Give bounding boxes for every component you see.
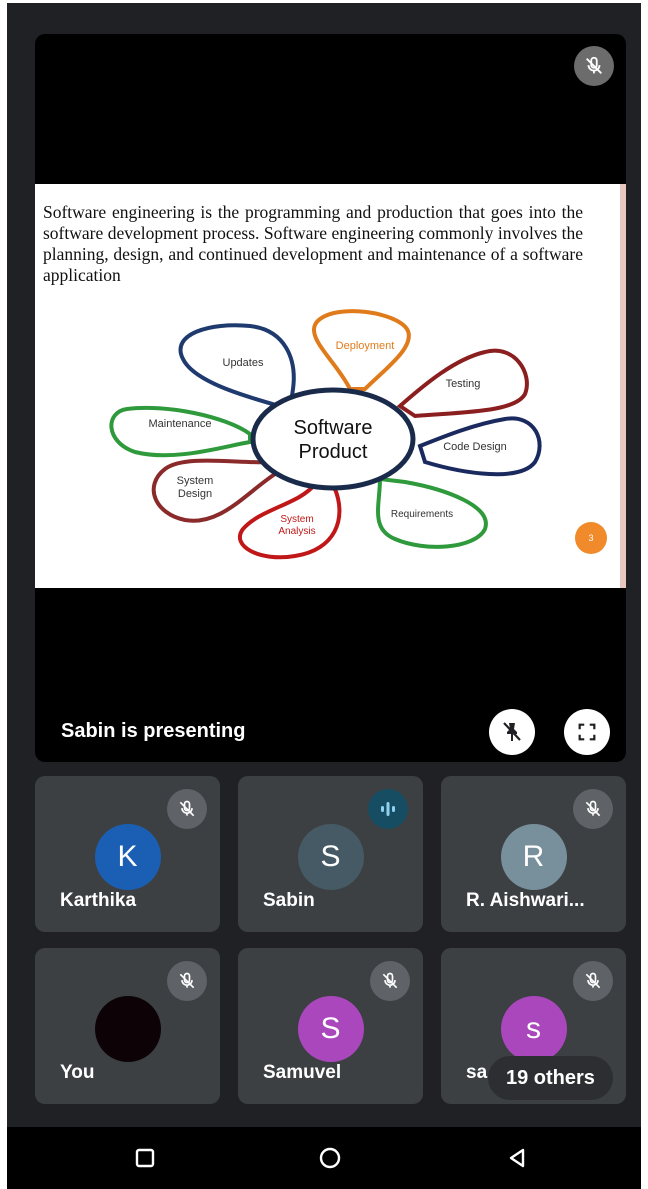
- petal-system-analysis-2: Analysis: [278, 526, 315, 537]
- unpin-icon: [503, 722, 521, 741]
- participant-tile[interactable]: S Samuvel: [238, 948, 423, 1104]
- meet-screen: Software engineering is the programming …: [7, 3, 641, 1189]
- petal-system-analysis-1: System: [280, 514, 313, 525]
- others-count-chip[interactable]: 19 others: [488, 1056, 613, 1100]
- mic-off-icon: [573, 961, 613, 1001]
- center-label-2: Product: [299, 441, 368, 463]
- mic-off-icon: [370, 961, 410, 1001]
- slide-page-number: 3: [575, 522, 607, 554]
- participant-name: Sabin: [263, 890, 315, 911]
- software-product-diagram: Software Product Updates Deployment Test…: [109, 309, 542, 560]
- avatar: R: [500, 824, 567, 890]
- mic-off-icon: [167, 961, 207, 1001]
- petal-maintenance: Maintenance: [149, 418, 212, 430]
- participant-name: Karthika: [60, 890, 137, 911]
- shared-slide: Software engineering is the programming …: [35, 184, 626, 588]
- participant-tile[interactable]: S Sabin: [238, 776, 423, 932]
- center-label-1: Software: [294, 417, 373, 439]
- avatar: S: [297, 824, 364, 890]
- participant-tile[interactable]: K Karthika: [35, 776, 220, 932]
- petal-system-design-2: Design: [178, 488, 212, 500]
- participant-tile[interactable]: s sa 19 others: [441, 948, 626, 1104]
- participant-name: R. Aishwari...: [466, 890, 585, 911]
- participant-name: You: [60, 1062, 95, 1083]
- petal-updates: Updates: [223, 357, 264, 369]
- home-circle-icon[interactable]: [314, 1142, 346, 1174]
- back-triangle-icon[interactable]: [501, 1142, 533, 1174]
- avatar: [94, 996, 161, 1062]
- participant-name: sa: [466, 1062, 488, 1083]
- participant-tile[interactable]: You: [35, 948, 220, 1104]
- avatar: K: [94, 824, 161, 890]
- android-nav-bar: [7, 1127, 641, 1189]
- avatar: S: [297, 996, 364, 1062]
- presentation-view[interactable]: Software engineering is the programming …: [35, 34, 626, 762]
- mic-off-icon: [573, 789, 613, 829]
- petal-system-design-1: System: [177, 475, 214, 487]
- petal-deployment: Deployment: [336, 340, 395, 352]
- fullscreen-button[interactable]: [564, 709, 610, 755]
- presenter-mic-off-icon: [574, 46, 614, 86]
- petal-requirements: Requirements: [391, 509, 453, 520]
- avatar: s: [500, 996, 567, 1062]
- petal-testing: Testing: [446, 378, 481, 390]
- fullscreen-icon: [578, 723, 596, 741]
- petal-code-design: Code Design: [443, 441, 507, 453]
- participant-name: Samuvel: [263, 1062, 342, 1083]
- presenter-label: Sabin is presenting: [61, 720, 246, 742]
- participant-tile[interactable]: R R. Aishwari...: [441, 776, 626, 932]
- mic-off-icon: [167, 789, 207, 829]
- speaking-indicator-icon: [368, 789, 408, 829]
- unpin-button[interactable]: [489, 709, 535, 755]
- recents-square-icon[interactable]: [129, 1142, 161, 1174]
